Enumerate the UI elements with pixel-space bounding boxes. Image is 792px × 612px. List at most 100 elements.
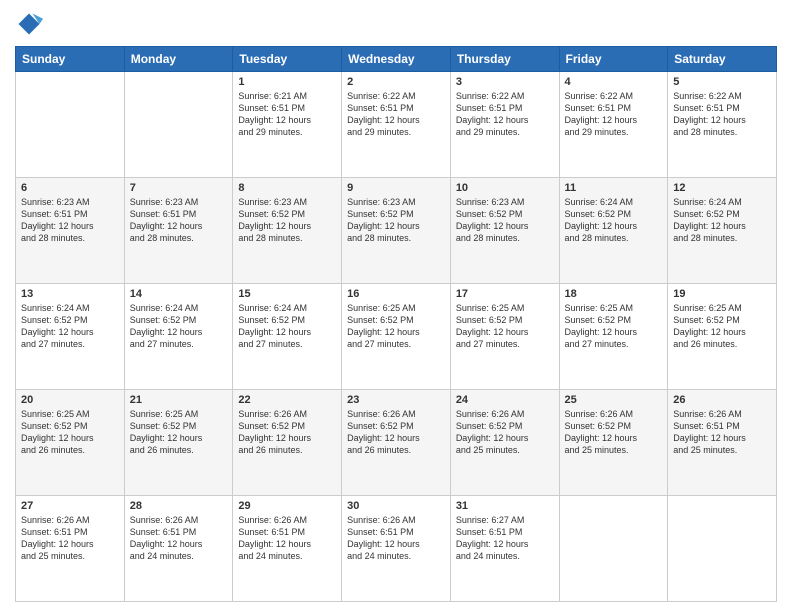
- calendar-cell: 10 Sunrise: 6:23 AMSunset: 6:52 PMDayligh…: [450, 178, 559, 284]
- weekday-header-row: SundayMondayTuesdayWednesdayThursdayFrid…: [16, 47, 777, 72]
- calendar-cell: 22 Sunrise: 6:26 AMSunset: 6:52 PMDayligh…: [233, 390, 342, 496]
- day-info: Sunrise: 6:23 AMSunset: 6:52 PMDaylight:…: [347, 196, 445, 245]
- day-number: 29: [238, 500, 336, 512]
- day-info: Sunrise: 6:22 AMSunset: 6:51 PMDaylight:…: [347, 90, 445, 139]
- day-info: Sunrise: 6:24 AMSunset: 6:52 PMDaylight:…: [238, 302, 336, 351]
- calendar-cell: 19 Sunrise: 6:25 AMSunset: 6:52 PMDayligh…: [668, 284, 777, 390]
- day-number: 12: [673, 182, 771, 194]
- day-info: Sunrise: 6:25 AMSunset: 6:52 PMDaylight:…: [673, 302, 771, 351]
- day-number: 2: [347, 76, 445, 88]
- calendar-cell: 1 Sunrise: 6:21 AMSunset: 6:51 PMDaylight…: [233, 72, 342, 178]
- logo: [15, 10, 47, 38]
- day-number: 16: [347, 288, 445, 300]
- day-info: Sunrise: 6:23 AMSunset: 6:51 PMDaylight:…: [21, 196, 119, 245]
- day-info: Sunrise: 6:26 AMSunset: 6:52 PMDaylight:…: [238, 408, 336, 457]
- day-number: 23: [347, 394, 445, 406]
- day-info: Sunrise: 6:22 AMSunset: 6:51 PMDaylight:…: [673, 90, 771, 139]
- calendar-cell: 9 Sunrise: 6:23 AMSunset: 6:52 PMDaylight…: [342, 178, 451, 284]
- calendar-week-row: 20 Sunrise: 6:25 AMSunset: 6:52 PMDayligh…: [16, 390, 777, 496]
- calendar-cell: 13 Sunrise: 6:24 AMSunset: 6:52 PMDayligh…: [16, 284, 125, 390]
- day-info: Sunrise: 6:25 AMSunset: 6:52 PMDaylight:…: [347, 302, 445, 351]
- weekday-header: Thursday: [450, 47, 559, 72]
- calendar-cell: 30Sunrise: 6:26 AMSunset: 6:51 PMDayligh…: [342, 496, 451, 602]
- calendar-cell: 29 Sunrise: 6:26 AMSunset: 6:51 PMDayligh…: [233, 496, 342, 602]
- calendar-week-row: 13 Sunrise: 6:24 AMSunset: 6:52 PMDayligh…: [16, 284, 777, 390]
- day-number: 5: [673, 76, 771, 88]
- page: SundayMondayTuesdayWednesdayThursdayFrid…: [0, 0, 792, 612]
- day-info: Sunrise: 6:24 AMSunset: 6:52 PMDaylight:…: [673, 196, 771, 245]
- day-number: 10: [456, 182, 554, 194]
- day-info: Sunrise: 6:24 AMSunset: 6:52 PMDaylight:…: [21, 302, 119, 351]
- day-info: Sunrise: 6:27 AMSunset: 6:51 PMDaylight:…: [456, 514, 554, 563]
- day-info: Sunrise: 6:26 AMSunset: 6:51 PMDaylight:…: [238, 514, 336, 563]
- day-number: 3: [456, 76, 554, 88]
- day-number: 19: [673, 288, 771, 300]
- calendar-cell: 14 Sunrise: 6:24 AMSunset: 6:52 PMDayligh…: [124, 284, 233, 390]
- calendar-cell: 20 Sunrise: 6:25 AMSunset: 6:52 PMDayligh…: [16, 390, 125, 496]
- header: [15, 10, 777, 38]
- day-number: 28: [130, 500, 228, 512]
- day-number: 17: [456, 288, 554, 300]
- day-number: 7: [130, 182, 228, 194]
- calendar-cell: 23Sunrise: 6:26 AMSunset: 6:52 PMDayligh…: [342, 390, 451, 496]
- day-number: 8: [238, 182, 336, 194]
- day-info: Sunrise: 6:26 AMSunset: 6:51 PMDaylight:…: [21, 514, 119, 563]
- calendar-cell: 27 Sunrise: 6:26 AMSunset: 6:51 PMDayligh…: [16, 496, 125, 602]
- day-number: 18: [565, 288, 663, 300]
- day-number: 20: [21, 394, 119, 406]
- day-info: Sunrise: 6:23 AMSunset: 6:52 PMDaylight:…: [238, 196, 336, 245]
- weekday-header: Tuesday: [233, 47, 342, 72]
- calendar-cell: 28 Sunrise: 6:26 AMSunset: 6:51 PMDayligh…: [124, 496, 233, 602]
- day-info: Sunrise: 6:23 AMSunset: 6:51 PMDaylight:…: [130, 196, 228, 245]
- day-number: 22: [238, 394, 336, 406]
- calendar-cell: 25Sunrise: 6:26 AMSunset: 6:52 PMDayligh…: [559, 390, 668, 496]
- day-number: 4: [565, 76, 663, 88]
- day-info: Sunrise: 6:26 AMSunset: 6:52 PMDaylight:…: [456, 408, 554, 457]
- calendar-cell: [668, 496, 777, 602]
- day-number: 13: [21, 288, 119, 300]
- calendar-cell: 16 Sunrise: 6:25 AMSunset: 6:52 PMDayligh…: [342, 284, 451, 390]
- day-info: Sunrise: 6:25 AMSunset: 6:52 PMDaylight:…: [130, 408, 228, 457]
- day-info: Sunrise: 6:24 AMSunset: 6:52 PMDaylight:…: [565, 196, 663, 245]
- calendar-cell: 7 Sunrise: 6:23 AMSunset: 6:51 PMDaylight…: [124, 178, 233, 284]
- calendar-cell: 6 Sunrise: 6:23 AMSunset: 6:51 PMDaylight…: [16, 178, 125, 284]
- day-info: Sunrise: 6:21 AMSunset: 6:51 PMDaylight:…: [238, 90, 336, 139]
- day-info: Sunrise: 6:25 AMSunset: 6:52 PMDaylight:…: [21, 408, 119, 457]
- calendar-table: SundayMondayTuesdayWednesdayThursdayFrid…: [15, 46, 777, 602]
- calendar-cell: 5 Sunrise: 6:22 AMSunset: 6:51 PMDaylight…: [668, 72, 777, 178]
- calendar-week-row: 6 Sunrise: 6:23 AMSunset: 6:51 PMDaylight…: [16, 178, 777, 284]
- day-info: Sunrise: 6:26 AMSunset: 6:52 PMDaylight:…: [565, 408, 663, 457]
- calendar-cell: 15Sunrise: 6:24 AMSunset: 6:52 PMDayligh…: [233, 284, 342, 390]
- day-number: 6: [21, 182, 119, 194]
- day-number: 24: [456, 394, 554, 406]
- weekday-header: Monday: [124, 47, 233, 72]
- weekday-header: Wednesday: [342, 47, 451, 72]
- day-info: Sunrise: 6:23 AMSunset: 6:52 PMDaylight:…: [456, 196, 554, 245]
- day-info: Sunrise: 6:25 AMSunset: 6:52 PMDaylight:…: [565, 302, 663, 351]
- logo-icon: [15, 10, 43, 38]
- day-info: Sunrise: 6:22 AMSunset: 6:51 PMDaylight:…: [565, 90, 663, 139]
- calendar-cell: [16, 72, 125, 178]
- calendar-week-row: 27 Sunrise: 6:26 AMSunset: 6:51 PMDayligh…: [16, 496, 777, 602]
- calendar-cell: 12 Sunrise: 6:24 AMSunset: 6:52 PMDayligh…: [668, 178, 777, 284]
- day-number: 26: [673, 394, 771, 406]
- day-info: Sunrise: 6:26 AMSunset: 6:51 PMDaylight:…: [673, 408, 771, 457]
- calendar-cell: 4 Sunrise: 6:22 AMSunset: 6:51 PMDaylight…: [559, 72, 668, 178]
- day-number: 21: [130, 394, 228, 406]
- day-info: Sunrise: 6:26 AMSunset: 6:51 PMDaylight:…: [130, 514, 228, 563]
- day-number: 1: [238, 76, 336, 88]
- calendar-week-row: 1 Sunrise: 6:21 AMSunset: 6:51 PMDaylight…: [16, 72, 777, 178]
- day-number: 27: [21, 500, 119, 512]
- day-info: Sunrise: 6:24 AMSunset: 6:52 PMDaylight:…: [130, 302, 228, 351]
- calendar-cell: 31Sunrise: 6:27 AMSunset: 6:51 PMDayligh…: [450, 496, 559, 602]
- calendar-cell: 24 Sunrise: 6:26 AMSunset: 6:52 PMDayligh…: [450, 390, 559, 496]
- weekday-header: Sunday: [16, 47, 125, 72]
- calendar-cell: 8 Sunrise: 6:23 AMSunset: 6:52 PMDaylight…: [233, 178, 342, 284]
- calendar-cell: 2 Sunrise: 6:22 AMSunset: 6:51 PMDaylight…: [342, 72, 451, 178]
- calendar-cell: 26 Sunrise: 6:26 AMSunset: 6:51 PMDayligh…: [668, 390, 777, 496]
- weekday-header: Friday: [559, 47, 668, 72]
- weekday-header: Saturday: [668, 47, 777, 72]
- day-number: 9: [347, 182, 445, 194]
- day-number: 14: [130, 288, 228, 300]
- day-info: Sunrise: 6:26 AMSunset: 6:51 PMDaylight:…: [347, 514, 445, 563]
